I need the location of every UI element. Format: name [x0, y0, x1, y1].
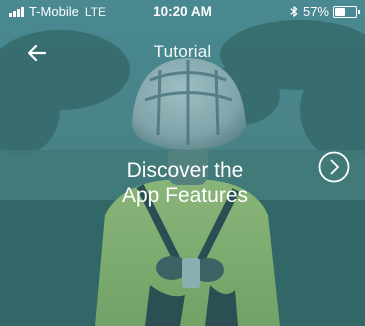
hero-heading: Discover the App Features	[0, 158, 365, 208]
battery-level-fill	[335, 7, 345, 16]
status-bar: T-Mobile LTE 10:20 AM 57%	[0, 0, 365, 22]
battery-cap	[358, 9, 360, 14]
chevron-right-circle-icon	[318, 151, 350, 183]
bluetooth-icon	[290, 6, 298, 17]
page-title: Tutorial	[153, 42, 212, 61]
status-bar-right: 57%	[289, 4, 360, 19]
hero-heading-line-1: Discover the	[126, 159, 244, 183]
hero-heading-line-2: App Features	[121, 184, 249, 208]
battery-percentage: 57%	[302, 4, 329, 19]
next-slide-button[interactable]	[318, 151, 350, 183]
tutorial-screen: T-Mobile LTE 10:20 AM 57% Tutorial Disco…	[0, 0, 365, 326]
battery-icon	[333, 5, 360, 18]
